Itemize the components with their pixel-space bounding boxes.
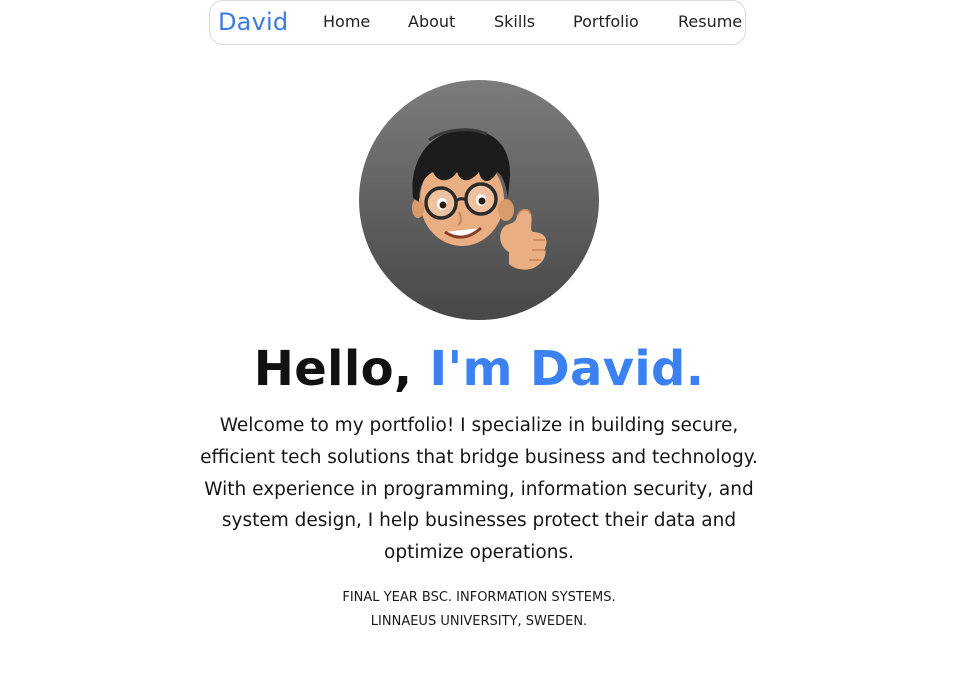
university-line: Linnaeus University, Sweden.: [370, 614, 588, 629]
hero-title: Hello, I'm David.: [0, 337, 958, 401]
nav-link-skills[interactable]: Skills: [494, 12, 535, 32]
memoji-avatar-icon: [412, 128, 547, 270]
nav-link-portfolio[interactable]: Portfolio: [573, 12, 639, 32]
hero-intro: Welcome to my portfolio! I specialize in…: [200, 415, 758, 564]
degree-line: Final Year BSc. Information Systems.: [342, 590, 616, 605]
hero-greeting: Hello,: [253, 341, 430, 397]
nav-link-home[interactable]: Home: [323, 12, 370, 32]
brand-logo-link[interactable]: David: [218, 7, 288, 37]
hero-name: I'm David.: [429, 341, 705, 397]
nav-link-resume[interactable]: Resume: [678, 12, 742, 32]
navbar: David Home About Skills Portfolio Resume: [209, 0, 746, 45]
nav-link-about[interactable]: About: [408, 12, 455, 32]
avatar: [359, 80, 599, 320]
